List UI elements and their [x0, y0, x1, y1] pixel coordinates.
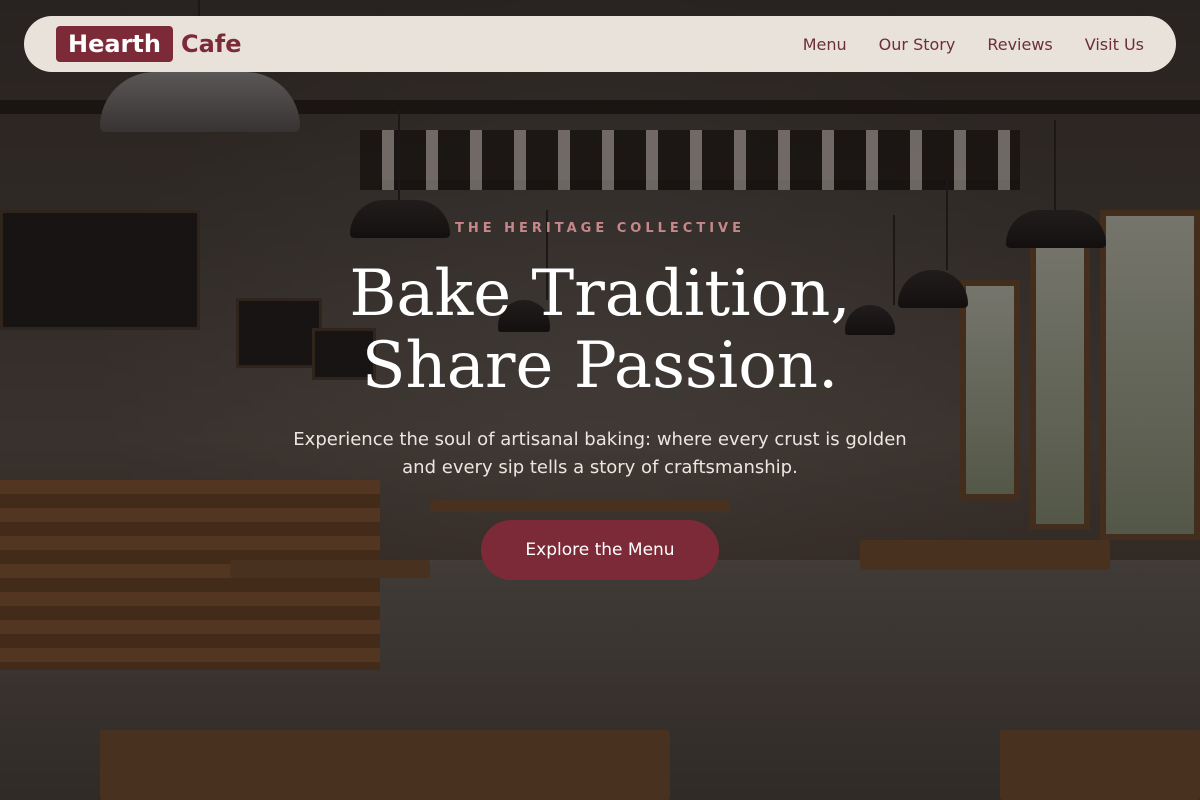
- explore-menu-button[interactable]: Explore the Menu: [481, 520, 719, 580]
- headline-line-1: Bake Tradition,: [349, 257, 851, 331]
- hero-content: THE HERITAGE COLLECTIVE Bake Tradition, …: [0, 0, 1200, 800]
- hero-subtitle: Experience the soul of artisanal baking:…: [293, 429, 907, 478]
- headline-line-2: Share Passion.: [361, 329, 839, 403]
- hero-eyebrow: THE HERITAGE COLLECTIVE: [455, 221, 745, 236]
- hero-headline: Bake Tradition, Share Passion.: [0, 258, 1200, 402]
